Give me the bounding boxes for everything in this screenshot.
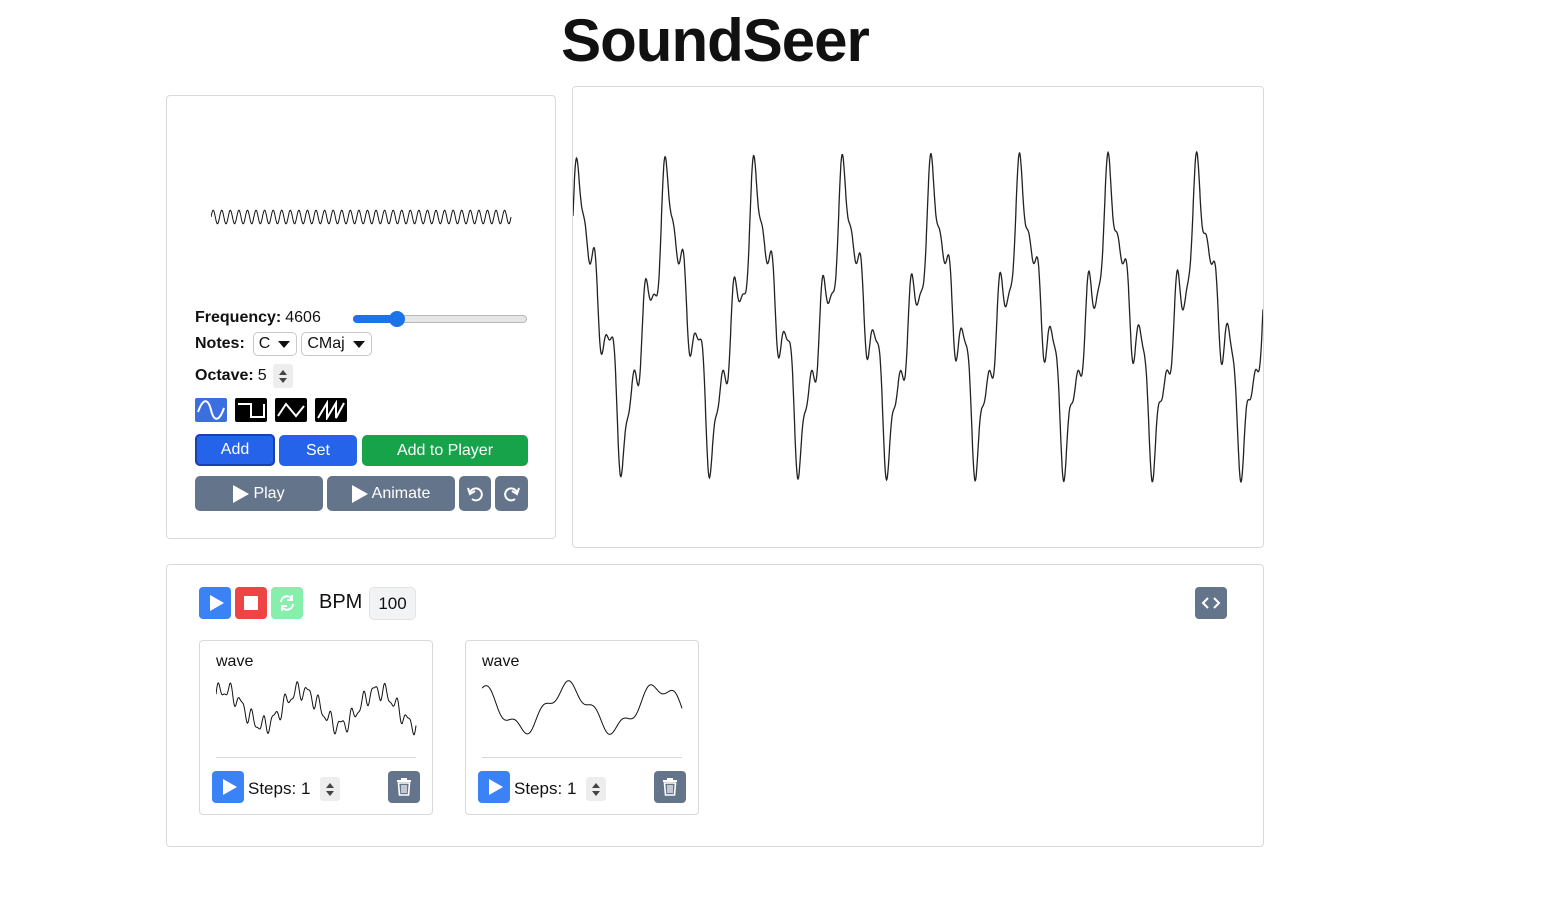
chevron-down-icon: [352, 340, 365, 348]
steps-stepper[interactable]: [586, 777, 607, 801]
loop-icon: [280, 595, 294, 611]
steps-label: Steps:: [514, 779, 563, 798]
frequency-row: Frequency: 4606: [195, 309, 321, 327]
bpm-input[interactable]: 100: [369, 587, 416, 620]
track-name: wave: [216, 653, 254, 670]
delete-track-button[interactable]: [654, 771, 686, 803]
square-wave-button[interactable]: [235, 398, 267, 422]
triangle-wave-icon: [277, 402, 305, 418]
player-stop-button[interactable]: [235, 587, 267, 619]
track-card: wave Steps: 1: [465, 640, 699, 815]
stop-icon: [244, 596, 258, 610]
play-icon: [488, 779, 503, 795]
code-icon: [1201, 597, 1221, 609]
triangle-wave-button[interactable]: [275, 398, 307, 422]
frequency-slider-thumb[interactable]: [388, 311, 405, 327]
track-card: wave Steps: 1: [199, 640, 433, 815]
notes-label: Notes:: [195, 335, 245, 352]
trash-icon: [397, 778, 411, 796]
play-icon: [222, 779, 237, 795]
octave-label: Octave:: [195, 367, 254, 384]
waveform-canvas: [572, 150, 1264, 483]
undo-icon: [467, 486, 483, 501]
play-icon: [351, 484, 368, 503]
sawtooth-wave-button[interactable]: [315, 398, 347, 422]
track-steps: Steps: 1: [514, 777, 607, 801]
track-steps: Steps: 1: [248, 777, 341, 801]
scale-select[interactable]: CMaj: [301, 332, 372, 356]
steps-value[interactable]: 1: [301, 779, 310, 799]
scale-select-value: CMaj: [307, 335, 345, 352]
add-button[interactable]: Add: [195, 434, 275, 466]
note-select-value: C: [258, 335, 271, 352]
redo-button[interactable]: [495, 476, 528, 511]
frequency-slider[interactable]: [353, 311, 527, 327]
play-icon: [209, 595, 224, 611]
redo-icon: [503, 486, 520, 501]
track-play-button[interactable]: [478, 771, 510, 803]
set-button[interactable]: Set: [279, 435, 357, 466]
play-button-label: Play: [253, 484, 285, 502]
player-loop-button[interactable]: [271, 587, 303, 619]
play-button[interactable]: Play: [195, 476, 323, 511]
animate-button[interactable]: Animate: [327, 476, 455, 511]
chevron-down-icon: [278, 340, 291, 348]
octave-value[interactable]: 5: [258, 367, 267, 385]
octave-row: Octave: 5: [195, 364, 293, 388]
steps-stepper[interactable]: [320, 777, 341, 801]
player-play-button[interactable]: [199, 587, 231, 619]
note-select[interactable]: C: [252, 332, 298, 356]
app-title: SoundSeer: [561, 7, 870, 74]
frequency-label: Frequency:: [195, 309, 282, 326]
track-wave-thumbnail: [482, 680, 683, 735]
sine-wave-button[interactable]: [195, 398, 227, 422]
frequency-value: 4606: [285, 309, 321, 326]
track-wave-thumbnail: [216, 681, 417, 736]
wave-controls-panel: Frequency: 4606 Notes: C CMaj Octave: 5 …: [166, 95, 556, 539]
bpm-label: BPM: [319, 591, 363, 613]
play-icon: [233, 484, 250, 503]
steps-label: Steps:: [248, 779, 297, 798]
track-name: wave: [482, 653, 520, 670]
sequencer-player: BPM 100 wave Steps: 1 wave Steps: 1: [166, 564, 1264, 847]
add-to-player-button[interactable]: Add to Player: [362, 435, 528, 466]
delete-track-button[interactable]: [388, 771, 420, 803]
wave-preview: [211, 209, 512, 225]
square-wave-icon: [238, 403, 265, 418]
sine-wave-icon: [197, 400, 225, 420]
notes-row: Notes: C CMaj: [195, 332, 372, 356]
animate-button-label: Animate: [371, 484, 431, 502]
waveform-display: [572, 86, 1264, 548]
steps-value[interactable]: 1: [567, 779, 576, 799]
sawtooth-wave-icon: [317, 400, 345, 420]
trash-icon: [663, 778, 677, 796]
octave-stepper[interactable]: [272, 364, 293, 388]
track-play-button[interactable]: [212, 771, 244, 803]
code-button[interactable]: [1195, 587, 1227, 619]
undo-button[interactable]: [459, 476, 491, 511]
